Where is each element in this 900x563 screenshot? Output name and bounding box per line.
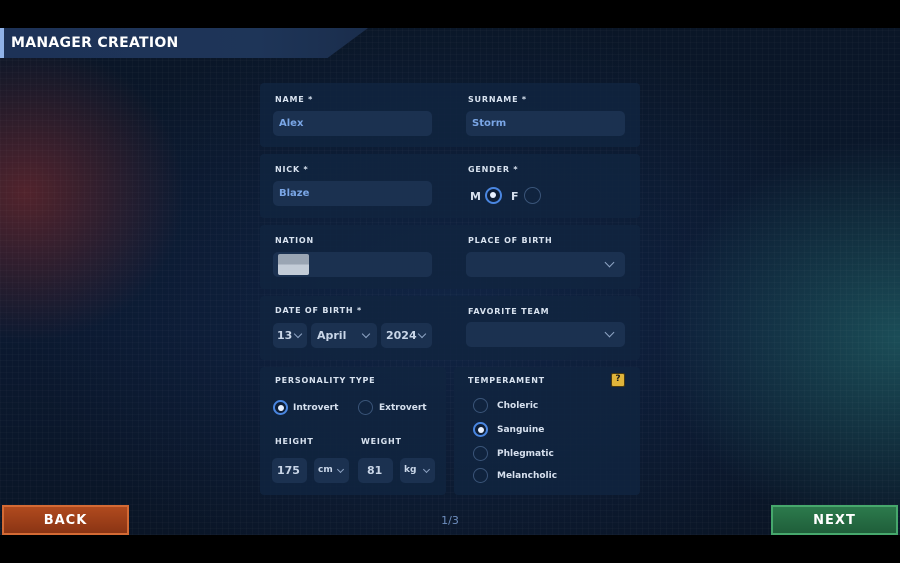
- height-unit-select[interactable]: cm: [314, 458, 349, 483]
- surname-label: SURNAME *: [468, 95, 527, 104]
- phlegmatic-label: Phlegmatic: [497, 449, 554, 459]
- place-of-birth-select[interactable]: [466, 252, 625, 277]
- height-unit-value: cm: [318, 465, 333, 475]
- nick-label: NICK *: [275, 165, 309, 174]
- temperament-label: TEMPERAMENT: [468, 376, 545, 385]
- gender-f-radio[interactable]: [524, 187, 541, 204]
- dob-year-select[interactable]: 2024: [381, 323, 432, 348]
- gender-m-radio[interactable]: [485, 187, 502, 204]
- chevron-down-icon: [361, 329, 371, 339]
- place-of-birth-label: PLACE OF BIRTH: [468, 236, 553, 245]
- gender-m-label: M: [470, 190, 481, 203]
- weight-label: WEIGHT: [361, 437, 402, 446]
- weight-input[interactable]: 81: [358, 458, 393, 483]
- name-label: NAME *: [275, 95, 314, 104]
- favorite-team-label: FAVORITE TEAM: [468, 307, 550, 316]
- chevron-down-icon: [336, 465, 345, 474]
- help-icon[interactable]: ?: [611, 373, 625, 387]
- introvert-radio[interactable]: [273, 400, 288, 415]
- weight-unit-select[interactable]: kg: [400, 458, 435, 483]
- gender-f-label: F: [511, 190, 519, 203]
- chevron-down-icon: [422, 465, 431, 474]
- extrovert-label: Extrovert: [379, 403, 427, 413]
- gender-label: GENDER *: [468, 165, 519, 174]
- surname-input[interactable]: Storm: [466, 111, 625, 136]
- personality-label: PERSONALITY TYPE: [275, 376, 376, 385]
- height-value: 175: [277, 464, 300, 477]
- choleric-radio[interactable]: [473, 398, 488, 413]
- phlegmatic-radio[interactable]: [473, 446, 488, 461]
- dob-day-value: 13: [277, 329, 293, 342]
- dob-month-select[interactable]: April: [311, 323, 377, 348]
- favorite-team-select[interactable]: [466, 322, 625, 347]
- chevron-down-icon: [417, 329, 427, 339]
- weight-unit-value: kg: [404, 465, 417, 475]
- back-button[interactable]: BACK: [2, 505, 129, 535]
- chevron-down-icon: [293, 329, 303, 339]
- sanguine-label: Sanguine: [497, 425, 545, 435]
- chevron-down-icon: [604, 257, 615, 268]
- name-input[interactable]: Alex: [273, 111, 432, 136]
- weight-value: 81: [367, 464, 383, 477]
- dob-year-value: 2024: [386, 329, 417, 342]
- title-bar: MANAGER CREATION: [0, 28, 368, 58]
- page-indicator: 1/3: [441, 514, 459, 527]
- height-label: HEIGHT: [275, 437, 314, 446]
- melancholic-radio[interactable]: [473, 468, 488, 483]
- dob-label: DATE OF BIRTH *: [275, 306, 362, 315]
- nation-flag-icon: [278, 254, 309, 275]
- page-title: MANAGER CREATION: [11, 35, 179, 51]
- introvert-label: Introvert: [293, 403, 339, 413]
- chevron-down-icon: [604, 327, 615, 338]
- dob-day-select[interactable]: 13: [273, 323, 307, 348]
- sanguine-radio[interactable]: [473, 422, 488, 437]
- nation-label: NATION: [275, 236, 314, 245]
- dob-month-value: April: [317, 329, 347, 342]
- extrovert-radio[interactable]: [358, 400, 373, 415]
- choleric-label: Choleric: [497, 401, 539, 411]
- next-button[interactable]: NEXT: [771, 505, 898, 535]
- height-input[interactable]: 175: [272, 458, 307, 483]
- nick-input[interactable]: Blaze: [273, 181, 432, 206]
- melancholic-label: Melancholic: [497, 471, 558, 481]
